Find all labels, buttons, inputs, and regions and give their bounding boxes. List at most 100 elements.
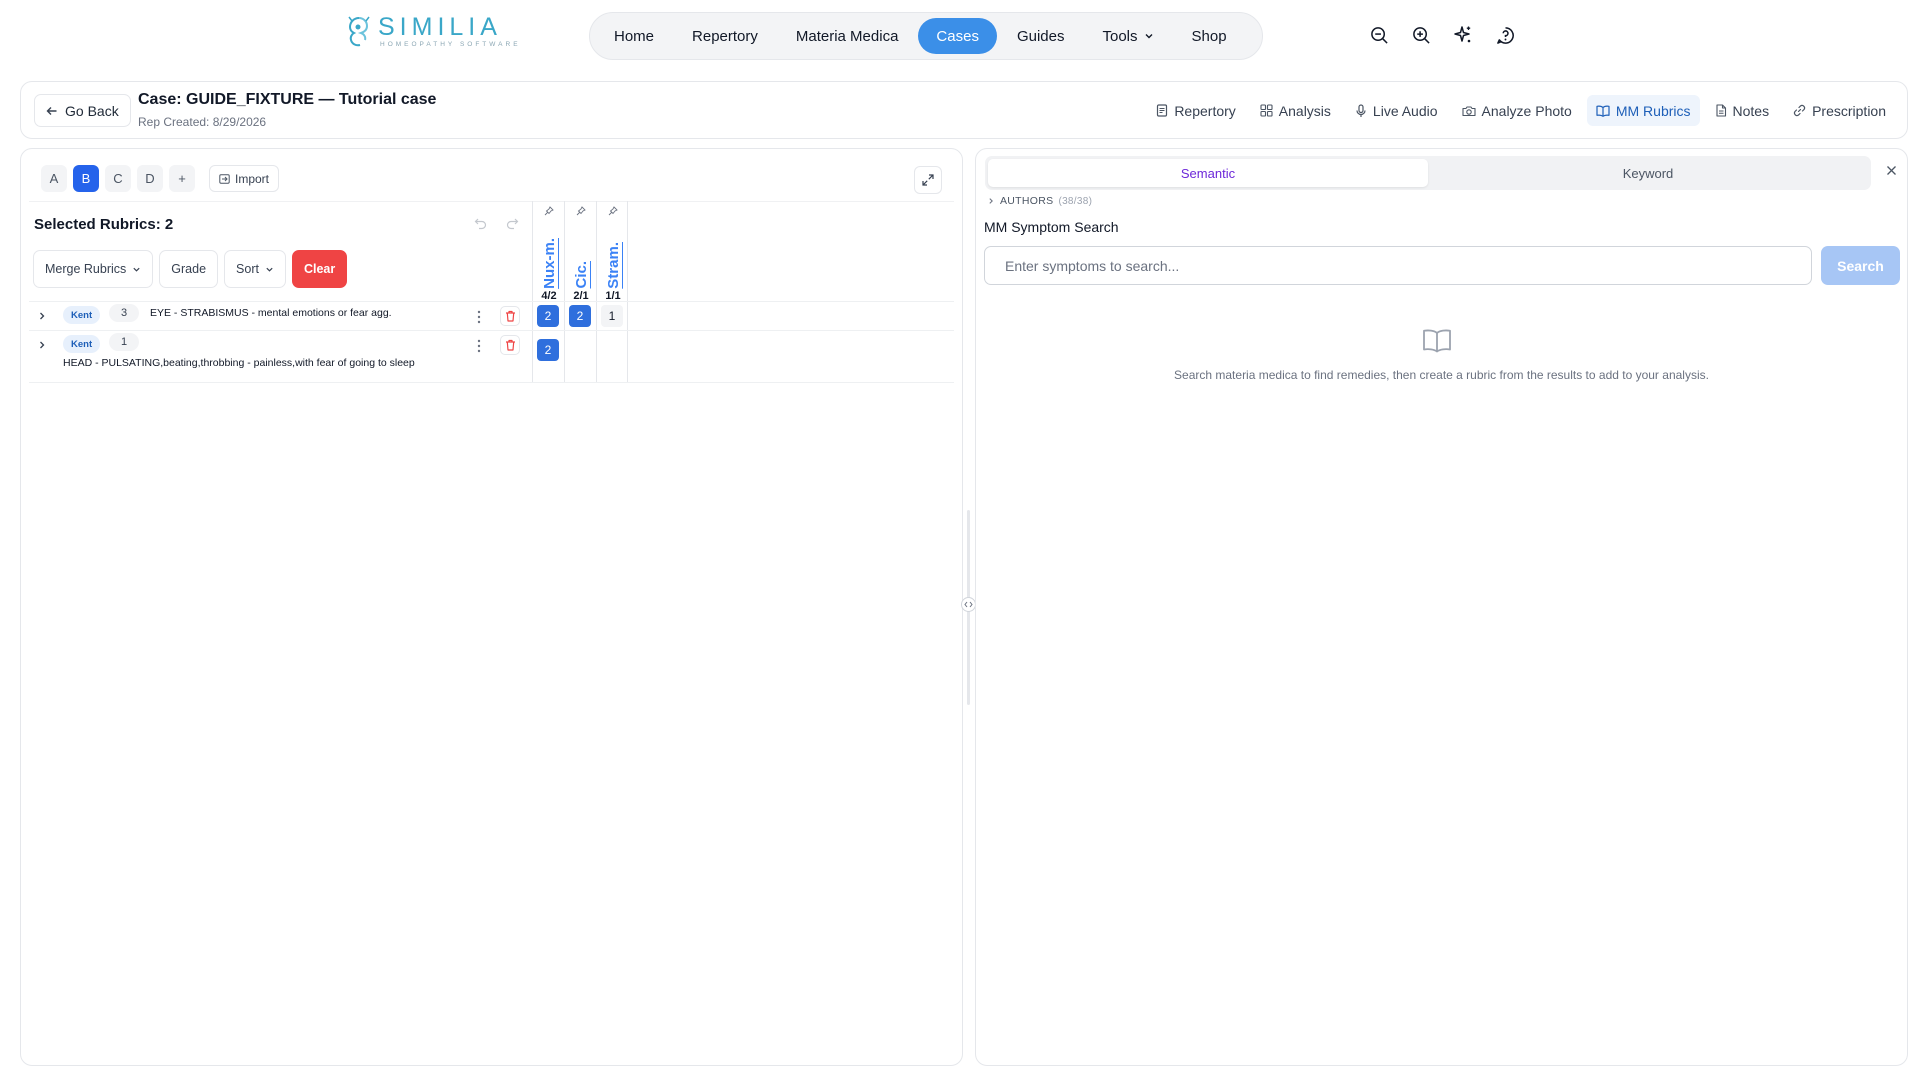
- search-button[interactable]: Search: [1821, 246, 1900, 285]
- sheet-tab-b[interactable]: B: [73, 165, 99, 192]
- book-icon: [1596, 105, 1610, 117]
- import-label: Import: [235, 171, 270, 186]
- microphone-icon: [1355, 103, 1367, 118]
- clear-button[interactable]: Clear: [291, 250, 348, 288]
- tab-analyze-photo-label: Analyze Photo: [1481, 102, 1572, 119]
- remedy-name[interactable]: Stram.: [597, 231, 629, 289]
- open-book-icon: [1422, 329, 1452, 353]
- expand-icon: [922, 174, 934, 186]
- merge-rubrics-label: Merge Rubrics: [45, 262, 127, 276]
- resize-handle-icon[interactable]: [961, 597, 976, 612]
- tab-prescription[interactable]: Prescription: [1784, 95, 1895, 126]
- remedy-cell[interactable]: 2: [569, 305, 591, 327]
- nav-home[interactable]: Home: [596, 18, 672, 54]
- merge-rubrics-button[interactable]: Merge Rubrics: [33, 250, 154, 288]
- mm-rubrics-panel: Semantic Keyword AUTHORS (38/38) MM Symp…: [975, 148, 1908, 1066]
- chevron-down-icon: [132, 265, 141, 274]
- main-nav: Home Repertory Materia Medica Cases Guid…: [589, 12, 1263, 60]
- logo-tagline: HOMEOPATHY SOFTWARE: [380, 41, 521, 48]
- zoom-in-icon[interactable]: [1410, 24, 1432, 46]
- case-created-date: Rep Created: 8/29/2026: [138, 115, 267, 129]
- undo-icon[interactable]: [473, 216, 488, 231]
- top-actions: [1368, 24, 1516, 46]
- remedy-cell[interactable]: 2: [537, 305, 559, 327]
- more-vertical-icon[interactable]: [477, 339, 481, 353]
- note-icon: [1715, 104, 1727, 117]
- nav-guides[interactable]: Guides: [999, 18, 1083, 54]
- go-back-label: Go Back: [65, 102, 119, 119]
- sparkles-icon[interactable]: [1452, 24, 1474, 46]
- tab-analysis[interactable]: Analysis: [1251, 95, 1340, 126]
- search-mode-toggle: Semantic Keyword: [985, 156, 1871, 190]
- nav-shop[interactable]: Shop: [1174, 18, 1245, 54]
- document-icon: [1156, 104, 1168, 117]
- nav-tools[interactable]: Tools: [1084, 18, 1171, 54]
- tab-mm-rubrics[interactable]: MM Rubrics: [1586, 95, 1700, 126]
- sort-label: Sort: [236, 262, 259, 276]
- history-controls: [473, 216, 520, 231]
- case-title: Case: GUIDE_FIXTURE — Tutorial case: [138, 91, 437, 108]
- chevron-down-icon: [265, 265, 274, 274]
- sort-button[interactable]: Sort: [224, 250, 286, 288]
- chevron-down-icon: [1144, 31, 1154, 41]
- logo-name: SIMILIA: [378, 13, 502, 41]
- tab-notes[interactable]: Notes: [1706, 95, 1779, 126]
- mode-semantic[interactable]: Semantic: [988, 159, 1428, 187]
- nav-materia-medica[interactable]: Materia Medica: [778, 18, 917, 54]
- remedy-name[interactable]: Cic.: [565, 231, 597, 289]
- remedy-cell[interactable]: 1: [601, 305, 623, 327]
- help-circle-icon[interactable]: [1494, 24, 1516, 46]
- rubric-row[interactable]: Kent 3 EYE - STRABISMUS - mental emotion…: [29, 301, 954, 330]
- authors-filter[interactable]: AUTHORS (38/38): [987, 195, 1092, 207]
- sheet-tabs: A B C D + Import: [41, 165, 280, 192]
- pin-icon[interactable]: [597, 206, 629, 216]
- logo-mark-icon: [346, 15, 372, 49]
- chevron-right-icon: [987, 197, 995, 205]
- nav-cases[interactable]: Cases: [918, 18, 997, 54]
- remedy-cell[interactable]: 2: [537, 339, 559, 361]
- redo-icon[interactable]: [505, 216, 520, 231]
- symptom-search-input[interactable]: [984, 246, 1812, 285]
- camera-icon: [1461, 105, 1476, 117]
- expand-button[interactable]: [914, 166, 942, 194]
- grade-button[interactable]: Grade: [159, 250, 219, 288]
- rubric-toolbar: Merge Rubrics Grade Sort Clear: [33, 250, 348, 288]
- remedy-name[interactable]: Nux-m.: [533, 231, 565, 289]
- tab-analyze-photo[interactable]: Analyze Photo: [1453, 95, 1581, 126]
- tab-prescription-label: Prescription: [1812, 102, 1886, 119]
- sheet-tab-c[interactable]: C: [105, 165, 131, 192]
- source-badge: Kent: [63, 335, 101, 353]
- case-tabs: Repertory Analysis Live Audio Analyze Ph…: [1147, 95, 1895, 126]
- trash-icon[interactable]: [500, 306, 520, 326]
- import-icon: [219, 173, 230, 184]
- sheet-tab-a[interactable]: A: [41, 165, 67, 192]
- panel-divider: [29, 201, 954, 202]
- grid-icon: [1260, 104, 1273, 117]
- tab-live-audio[interactable]: Live Audio: [1346, 95, 1447, 126]
- mode-keyword[interactable]: Keyword: [1428, 159, 1868, 187]
- rubric-text: EYE - STRABISMUS - mental emotions or fe…: [150, 307, 392, 319]
- close-icon[interactable]: [1886, 165, 1897, 176]
- nav-tools-label: Tools: [1102, 27, 1138, 45]
- case-header: Go Back Case: GUIDE_FIXTURE — Tutorial c…: [20, 81, 1908, 139]
- chevron-right-icon[interactable]: [37, 311, 47, 321]
- grade-pill[interactable]: 1: [109, 333, 139, 351]
- rubric-text: HEAD - PULSATING,beating,throbbing - pai…: [63, 357, 415, 369]
- import-button[interactable]: Import: [209, 165, 280, 192]
- zoom-out-icon[interactable]: [1368, 24, 1390, 46]
- trash-icon[interactable]: [500, 335, 520, 355]
- tab-analysis-label: Analysis: [1278, 102, 1331, 119]
- nav-repertory[interactable]: Repertory: [674, 18, 776, 54]
- grade-pill[interactable]: 3: [109, 304, 139, 322]
- more-vertical-icon[interactable]: [477, 310, 481, 324]
- rubric-row[interactable]: Kent 1 HEAD - PULSATING,beating,throbbin…: [29, 330, 954, 382]
- pin-icon[interactable]: [533, 206, 565, 216]
- similia-logo[interactable]: SIMILIA HOMEOPATHY SOFTWARE: [346, 14, 521, 50]
- add-sheet-button[interactable]: +: [169, 165, 195, 192]
- mm-search-title: MM Symptom Search: [984, 219, 1119, 235]
- go-back-button[interactable]: Go Back: [34, 94, 131, 127]
- tab-repertory[interactable]: Repertory: [1147, 95, 1244, 126]
- sheet-tab-d[interactable]: D: [137, 165, 163, 192]
- pin-icon[interactable]: [565, 206, 597, 216]
- chevron-right-icon[interactable]: [37, 340, 47, 350]
